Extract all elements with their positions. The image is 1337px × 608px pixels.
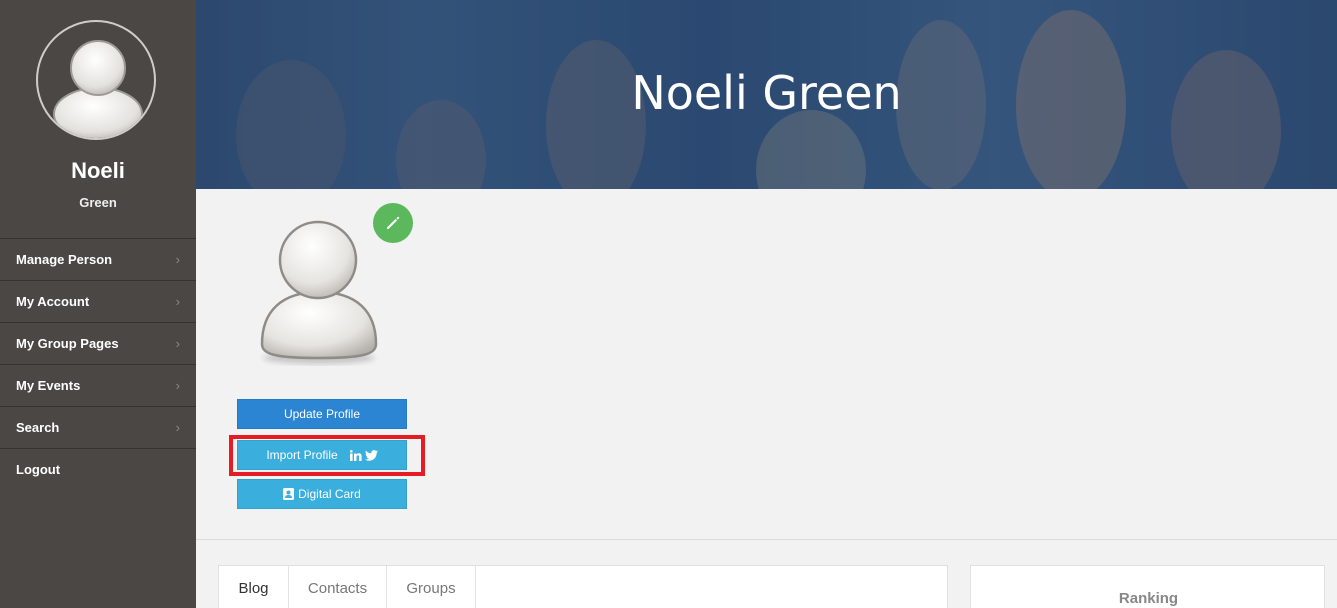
digital-card-label: Digital Card <box>298 487 361 501</box>
content-tabs-panel: Blog Contacts Groups <box>218 565 948 608</box>
sidebar-item-my-account[interactable]: My Account › <box>0 280 196 322</box>
user-silhouette-icon <box>260 220 378 364</box>
sidebar-item-label: Search <box>16 420 60 435</box>
ranking-panel: Ranking <box>970 565 1325 608</box>
edit-profile-photo-button[interactable] <box>373 203 413 243</box>
chevron-right-icon: › <box>175 336 180 351</box>
sidebar-item-label: My Events <box>16 378 81 393</box>
update-profile-button[interactable]: Update Profile <box>237 399 407 429</box>
digital-card-button[interactable]: Digital Card <box>237 479 407 509</box>
sidebar-item-label: My Group Pages <box>16 336 119 351</box>
contact-card-icon <box>283 488 295 500</box>
user-silhouette-icon <box>53 40 143 138</box>
ranking-title: Ranking <box>1118 590 1179 607</box>
profile-avatar <box>254 216 384 366</box>
import-profile-highlight <box>229 435 425 476</box>
sidebar-user-name: Noeli <box>71 158 125 183</box>
sidebar-item-manage-person[interactable]: Manage Person › <box>0 238 196 280</box>
tab-label: Blog <box>238 579 269 597</box>
pencil-icon <box>387 216 400 229</box>
chevron-right-icon: › <box>175 294 180 309</box>
sidebar-item-logout[interactable]: Logout <box>0 448 196 490</box>
banner-title: Noeli Green <box>631 66 902 120</box>
sidebar: Noeli Green Manage Person › My Account ›… <box>0 0 196 608</box>
sidebar-menu: Manage Person › My Account › My Group Pa… <box>0 238 196 490</box>
tab-blog[interactable]: Blog <box>219 566 289 608</box>
tab-contacts[interactable]: Contacts <box>289 566 387 608</box>
sidebar-item-label: Logout <box>16 462 61 477</box>
chevron-right-icon: › <box>175 378 180 393</box>
chevron-right-icon: › <box>175 420 180 435</box>
tab-label: Contacts <box>307 579 368 597</box>
sidebar-item-my-events[interactable]: My Events › <box>0 364 196 406</box>
tab-label: Groups <box>406 579 456 597</box>
profile-banner: Noeli Green <box>196 0 1337 189</box>
update-profile-label: Update Profile <box>283 407 361 421</box>
sidebar-item-label: Manage Person <box>16 252 113 267</box>
sidebar-avatar <box>36 20 156 140</box>
sidebar-item-search[interactable]: Search › <box>0 406 196 448</box>
chevron-right-icon: › <box>175 252 180 267</box>
sidebar-item-my-group-pages[interactable]: My Group Pages › <box>0 322 196 364</box>
sidebar-user-subname: Green <box>79 195 117 210</box>
tab-groups[interactable]: Groups <box>387 566 476 608</box>
sidebar-item-label: My Account <box>16 294 90 309</box>
